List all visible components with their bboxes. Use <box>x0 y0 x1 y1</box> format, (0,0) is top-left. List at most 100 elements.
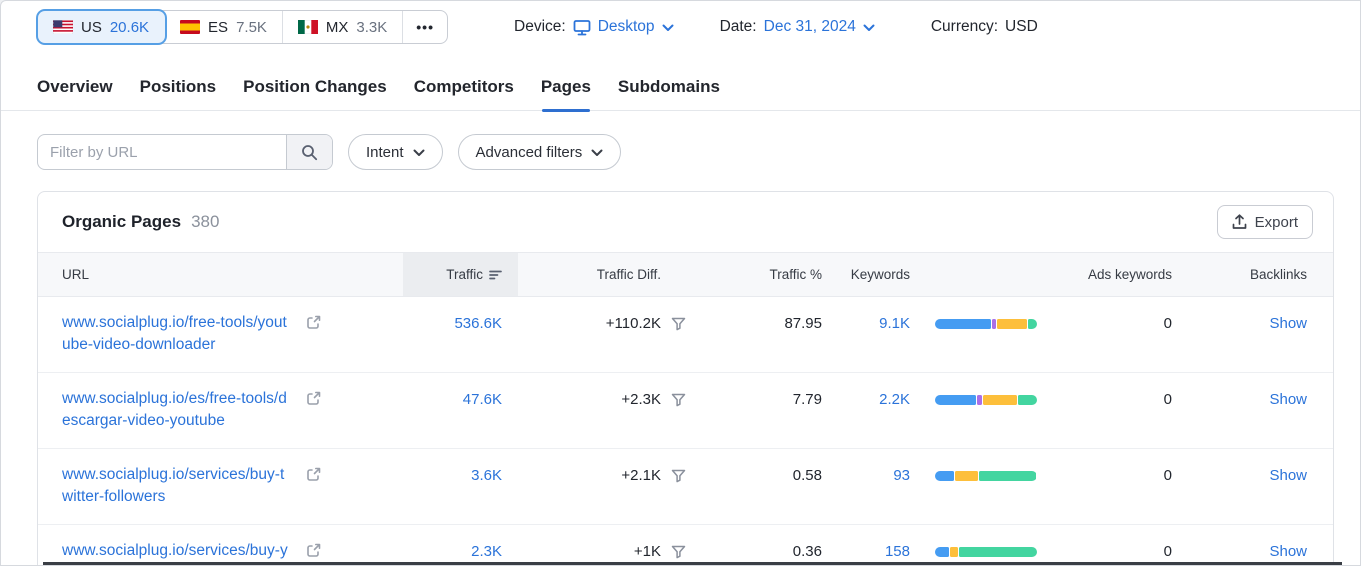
traffic-pct-value: 87.95 <box>784 315 822 332</box>
page-url-link[interactable]: www.socialplug.io/services/buy-twitter-f… <box>62 464 290 507</box>
keywords-value-link[interactable]: 93 <box>893 467 910 484</box>
backlinks-show-link[interactable]: Show <box>1269 391 1307 408</box>
page-url-link[interactable]: www.socialplug.io/free-tools/youtube-vid… <box>62 312 290 355</box>
keyword-intent-bar <box>935 471 1037 481</box>
traffic-value-link[interactable]: 3.6K <box>471 467 502 484</box>
traffic-diff-value: +1K <box>633 543 661 560</box>
external-link-icon[interactable] <box>306 543 321 558</box>
organic-research-page: US 20.6K ES 7.5K MX 3.3K ••• Device: Des… <box>0 0 1361 566</box>
export-icon <box>1232 214 1247 230</box>
tab-position-changes[interactable]: Position Changes <box>243 77 387 110</box>
tab-pages[interactable]: Pages <box>541 77 591 112</box>
chevron-down-icon <box>662 24 674 32</box>
traffic-value-link[interactable]: 536.6K <box>454 315 502 332</box>
column-header-backlinks[interactable]: Backlinks <box>1173 252 1333 297</box>
page-url-link[interactable]: www.socialplug.io/services/buy-y <box>62 540 290 562</box>
date-selector[interactable]: Date: Dec 31, 2024 <box>720 18 875 36</box>
column-header-url[interactable]: URL <box>38 252 403 297</box>
tab-competitors[interactable]: Competitors <box>414 77 514 110</box>
chevron-down-icon <box>591 149 603 157</box>
keyword-intent-bar <box>935 319 1037 329</box>
device-selector[interactable]: Device: Desktop <box>514 18 674 36</box>
filter-by-url-input[interactable] <box>38 135 286 169</box>
country-traffic-value: 3.3K <box>356 18 388 36</box>
country-database-tabs: US 20.6K ES 7.5K MX 3.3K ••• <box>37 10 448 44</box>
filters-bar: Intent Advanced filters <box>1 111 1360 170</box>
table-row: www.socialplug.io/services/buy-twitter-f… <box>38 448 1333 525</box>
column-header-ads-keywords[interactable]: Ads keywords <box>1061 252 1173 297</box>
keywords-value-link[interactable]: 9.1K <box>879 315 910 332</box>
es-flag-icon <box>180 20 201 34</box>
us-flag-icon <box>53 20 73 34</box>
top-bar: US 20.6K ES 7.5K MX 3.3K ••• Device: Des… <box>1 1 1360 44</box>
external-link-icon[interactable] <box>306 467 321 482</box>
column-header-keywords[interactable]: Keywords <box>823 252 911 297</box>
tab-overview[interactable]: Overview <box>37 77 113 110</box>
intent-filter-button[interactable]: Intent <box>348 134 443 170</box>
country-traffic-value: 20.6K <box>109 18 150 36</box>
ads-keywords-value: 0 <box>1163 467 1172 484</box>
device-label: Device: <box>514 18 566 35</box>
organic-pages-table: URL Traffic Traffic Diff. Traffic % Keyw… <box>38 252 1333 566</box>
table-row: www.socialplug.io/es/free-tools/descarga… <box>38 372 1333 449</box>
keywords-value-link[interactable]: 158 <box>885 543 910 560</box>
traffic-pct-value: 0.36 <box>792 543 822 560</box>
traffic-pct-value: 0.58 <box>792 467 822 484</box>
ads-keywords-value: 0 <box>1163 543 1172 560</box>
url-filter-group <box>37 134 333 170</box>
column-header-traffic[interactable]: Traffic <box>403 252 518 297</box>
traffic-pct-value: 7.79 <box>792 391 822 408</box>
traffic-diff-value: +110.2K <box>605 315 661 332</box>
traffic-diff-value: +2.3K <box>621 391 661 408</box>
filter-funnel-icon[interactable] <box>671 469 686 483</box>
external-link-icon[interactable] <box>306 315 321 330</box>
ads-keywords-value: 0 <box>1163 391 1172 408</box>
desktop-monitor-icon <box>573 19 591 36</box>
search-icon <box>301 144 318 161</box>
table-row: www.socialplug.io/free-tools/youtube-vid… <box>38 296 1333 373</box>
traffic-value-link[interactable]: 2.3K <box>471 543 502 560</box>
country-code: ES <box>208 18 229 36</box>
filter-funnel-icon[interactable] <box>671 317 686 331</box>
tab-subdomains[interactable]: Subdomains <box>618 77 720 110</box>
advanced-filters-label: Advanced filters <box>475 143 583 161</box>
country-tab-us[interactable]: US 20.6K <box>38 11 166 43</box>
column-header-traffic-diff[interactable]: Traffic Diff. <box>518 252 693 297</box>
backlinks-show-link[interactable]: Show <box>1269 543 1307 560</box>
currency-label: Currency: <box>930 18 999 35</box>
ads-keywords-value: 0 <box>1163 315 1172 332</box>
mx-flag-icon <box>297 20 318 34</box>
export-label: Export <box>1254 213 1298 231</box>
search-button[interactable] <box>286 135 332 169</box>
export-button[interactable]: Export <box>1216 205 1313 239</box>
date-value: Dec 31, 2024 <box>763 18 856 35</box>
country-tab-mx[interactable]: MX 3.3K <box>283 11 404 43</box>
window-bottom-edge <box>43 562 1342 565</box>
page-url-link[interactable]: www.socialplug.io/es/free-tools/descarga… <box>62 388 290 431</box>
country-code: US <box>81 18 102 36</box>
panel-header: Organic Pages 380 Export <box>38 192 1333 252</box>
backlinks-show-link[interactable]: Show <box>1269 467 1307 484</box>
chevron-down-icon <box>863 24 875 32</box>
column-header-traffic-pct[interactable]: Traffic % <box>693 252 823 297</box>
backlinks-show-link[interactable]: Show <box>1269 315 1307 332</box>
table-header-row: URL Traffic Traffic Diff. Traffic % Keyw… <box>38 252 1333 297</box>
filter-funnel-icon[interactable] <box>671 393 686 407</box>
advanced-filters-button[interactable]: Advanced filters <box>457 134 622 170</box>
table-row: www.socialplug.io/services/buy-y 2.3K +1… <box>38 524 1333 566</box>
panel-total-count: 380 <box>191 212 220 231</box>
external-link-icon[interactable] <box>306 391 321 406</box>
country-tab-es[interactable]: ES 7.5K <box>165 11 283 43</box>
intent-filter-label: Intent <box>366 143 404 161</box>
filter-funnel-icon[interactable] <box>671 545 686 559</box>
tab-positions[interactable]: Positions <box>140 77 217 110</box>
country-traffic-value: 7.5K <box>236 18 267 36</box>
sort-descending-icon <box>489 269 502 281</box>
keywords-value-link[interactable]: 2.2K <box>879 391 910 408</box>
traffic-diff-value: +2.1K <box>621 467 661 484</box>
column-header-intent-bar <box>911 252 1061 297</box>
currency-indicator: Currency: USD <box>931 18 1038 36</box>
keyword-intent-bar <box>935 395 1037 405</box>
more-countries-button[interactable]: ••• <box>403 11 447 43</box>
traffic-value-link[interactable]: 47.6K <box>463 391 502 408</box>
